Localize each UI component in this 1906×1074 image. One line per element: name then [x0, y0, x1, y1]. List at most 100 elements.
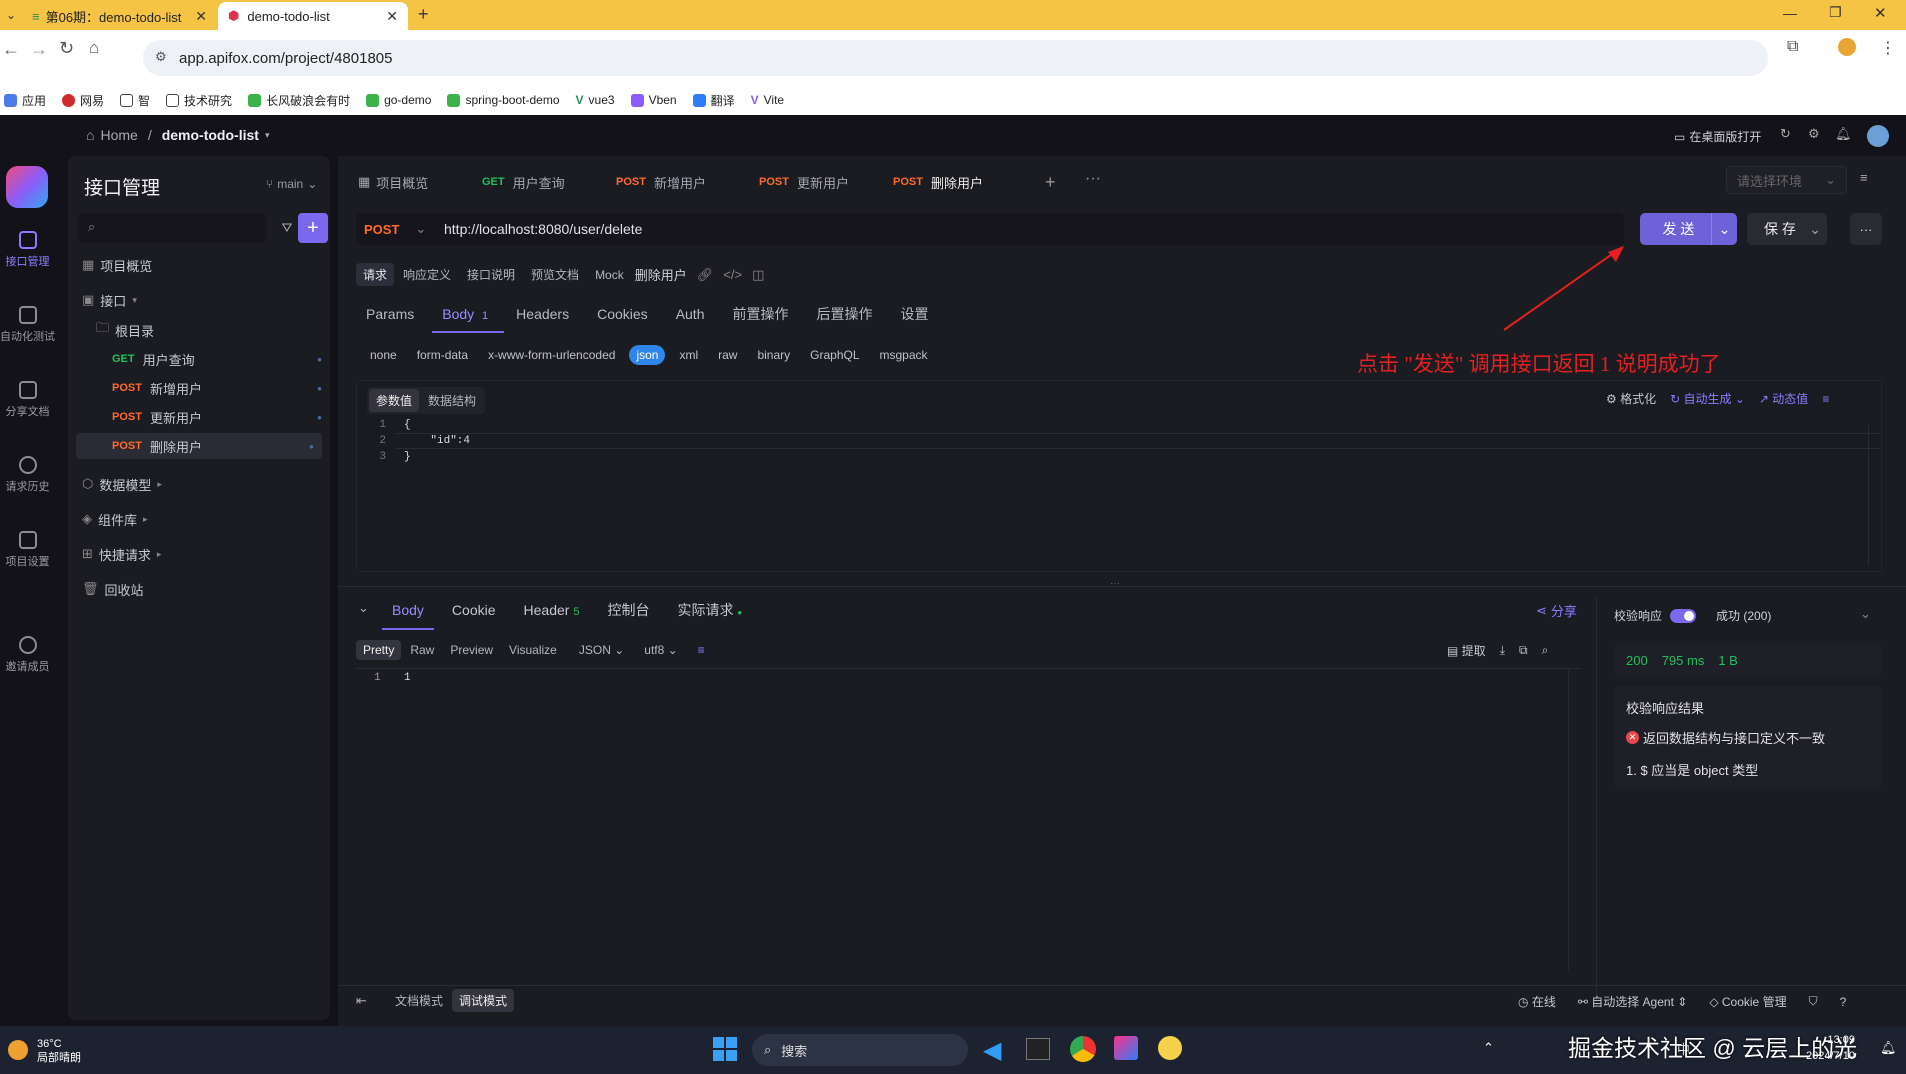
- collapse-icon[interactable]: ⌄: [358, 600, 369, 616]
- response-scrollbar[interactable]: [1568, 670, 1580, 970]
- site-info-icon[interactable]: ⚙: [155, 49, 167, 65]
- doc-mode-button[interactable]: 文档模式: [388, 989, 450, 1012]
- chevron-down-icon[interactable]: ⌄: [1860, 606, 1871, 622]
- tab-get-user[interactable]: GET 用户查询: [482, 166, 565, 198]
- tab-delete-user-active[interactable]: POST 删除用户: [893, 166, 983, 198]
- tab-pre-script[interactable]: 前置操作: [733, 304, 789, 324]
- nav-auto-test[interactable]: 自动化测试: [0, 306, 55, 344]
- copy-icon[interactable]: ⧉: [1519, 643, 1528, 658]
- vscode-icon[interactable]: ◀: [983, 1036, 1001, 1065]
- body-type-xml[interactable]: xml: [679, 348, 698, 362]
- body-type-form-data[interactable]: form-data: [417, 348, 468, 362]
- send-dropdown-icon[interactable]: ⌄: [1711, 213, 1737, 245]
- status-select[interactable]: 成功 (200): [1716, 607, 1771, 624]
- send-button[interactable]: 发 送 ⌄: [1640, 213, 1737, 245]
- view-pretty[interactable]: Pretty: [356, 640, 402, 660]
- close-tab-icon[interactable]: ✕: [195, 8, 207, 25]
- branch-selector[interactable]: ⑂ main ⌄: [266, 177, 317, 191]
- share-button[interactable]: ⋖ 分享: [1536, 601, 1577, 620]
- resp-tab-actual-request[interactable]: 实际请求 ●: [677, 600, 742, 620]
- dynamic-value-button[interactable]: ↗ 动态值: [1759, 390, 1808, 407]
- sidebar-api-item-active[interactable]: POST 删除用户 ●: [76, 433, 322, 459]
- tab-headers[interactable]: Headers: [516, 306, 569, 322]
- format-select[interactable]: JSON ⌄: [572, 640, 631, 660]
- json-body-code[interactable]: { "id":4}: [404, 417, 470, 465]
- close-window-icon[interactable]: ✕: [1874, 4, 1887, 22]
- bookmark-item[interactable]: 翻译: [692, 92, 735, 109]
- search-input[interactable]: ⌕: [78, 213, 266, 243]
- view-raw[interactable]: Raw: [403, 640, 441, 660]
- sidebar-api-item[interactable]: GET 用户查询 ●: [112, 346, 322, 372]
- sidebar-item-components[interactable]: ◈ 组件库 ▸: [82, 506, 330, 532]
- subtab-preview-doc[interactable]: 预览文档: [524, 263, 586, 286]
- resp-tab-body-active[interactable]: Body: [382, 602, 434, 630]
- sidebar-item-quick-request[interactable]: ⊞ 快捷请求 ▸: [82, 541, 330, 567]
- bookmark-item[interactable]: V Vite: [751, 93, 784, 107]
- breadcrumb-home[interactable]: Home: [100, 127, 137, 143]
- auto-generate-button[interactable]: ↻ 自动生成 ⌄: [1670, 390, 1745, 407]
- sidebar-api-item[interactable]: POST 更新用户 ●: [112, 404, 322, 430]
- agent-select[interactable]: ⚯ 自动选择 Agent ⇕: [1578, 993, 1687, 1010]
- sidebar-api-item[interactable]: POST 新增用户 ●: [112, 375, 322, 401]
- app-icon[interactable]: [1158, 1036, 1182, 1060]
- format-button[interactable]: ⚙︎ 格式化: [1606, 390, 1656, 407]
- body-type-raw[interactable]: raw: [718, 348, 737, 362]
- weather-widget[interactable]: 36°C 局部晴朗: [37, 1037, 81, 1065]
- clock[interactable]: 13:09 2024/7/10: [1806, 1032, 1855, 1064]
- method-select[interactable]: POST ⌄: [356, 221, 430, 237]
- help-icon[interactable]: ?: [1840, 995, 1847, 1009]
- view-preview[interactable]: Preview: [443, 640, 500, 660]
- back-icon[interactable]: ←: [2, 39, 20, 60]
- extensions-icon[interactable]: ⧉: [1787, 38, 1798, 56]
- open-desktop-button[interactable]: ▭ 在桌面版打开: [1674, 128, 1761, 145]
- bookmark-folder[interactable]: 智: [120, 92, 150, 109]
- notification-bell-icon[interactable]: 🔔︎: [1880, 1040, 1897, 1056]
- chrome-icon[interactable]: [1070, 1036, 1096, 1062]
- tab-overview[interactable]: ▦ 项目概览: [358, 166, 428, 198]
- tab-settings[interactable]: 设置: [901, 304, 929, 324]
- download-icon[interactable]: ⤓: [1500, 643, 1505, 658]
- tab-update-user[interactable]: POST 更新用户: [759, 166, 849, 198]
- body-type-none[interactable]: none: [370, 348, 397, 362]
- browser-menu-icon[interactable]: ⋮: [1880, 38, 1896, 58]
- environment-select[interactable]: 请选择环境 ⌄: [1726, 166, 1847, 194]
- view-visualize[interactable]: Visualize: [502, 640, 564, 660]
- sidebar-item-interfaces[interactable]: ▣ 接口 ▾: [82, 287, 330, 313]
- sidebar-item-data-model[interactable]: ⬡ 数据模型 ▸: [82, 471, 330, 497]
- nav-share-doc[interactable]: 分享文档: [0, 381, 55, 419]
- save-button[interactable]: 保 存 ⌄: [1747, 213, 1827, 245]
- menu-icon[interactable]: ≡: [1860, 170, 1868, 185]
- cookie-manager[interactable]: ◇ Cookie 管理: [1709, 993, 1786, 1010]
- validate-toggle[interactable]: [1670, 608, 1697, 623]
- nav-project-settings[interactable]: 项目设置: [0, 531, 55, 569]
- project-name[interactable]: demo-todo-list: [162, 127, 259, 143]
- debug-mode-button[interactable]: 调试模式: [452, 989, 515, 1012]
- bookmark-item[interactable]: Vvue3: [576, 93, 615, 107]
- bookmark-item[interactable]: 网易: [62, 92, 104, 109]
- nav-invite[interactable]: 邀请成员: [0, 636, 55, 674]
- bookmark-item[interactable]: spring-boot-demo: [447, 93, 560, 107]
- chevron-up-icon[interactable]: ⌃: [1483, 1040, 1494, 1056]
- panel-divider[interactable]: [338, 586, 1906, 587]
- search-icon[interactable]: ⌕: [1542, 643, 1549, 658]
- collapse-left-icon[interactable]: ⇤: [356, 993, 367, 1009]
- tab-param-values[interactable]: 参数值: [369, 389, 420, 412]
- new-tab-icon[interactable]: +: [418, 4, 429, 25]
- taskbar-search[interactable]: ⌕ 搜索: [752, 1034, 968, 1066]
- code-icon[interactable]: </>: [723, 267, 742, 282]
- minimize-icon[interactable]: —: [1783, 5, 1797, 21]
- subtab-mock[interactable]: Mock: [588, 265, 631, 285]
- tab-body-active[interactable]: Body 1: [432, 306, 505, 333]
- intellij-icon[interactable]: [1114, 1036, 1138, 1060]
- nav-history[interactable]: 请求历史: [0, 456, 55, 494]
- tab-post-script[interactable]: 后置操作: [817, 304, 873, 324]
- bookmark-item[interactable]: Vben: [630, 93, 677, 107]
- tab-data-structure[interactable]: 数据结构: [421, 389, 483, 412]
- more-tabs-icon[interactable]: ···: [1085, 170, 1101, 188]
- wrap-icon[interactable]: ≡: [691, 640, 712, 660]
- link-icon[interactable]: 🔗︎: [697, 267, 714, 283]
- tab-cookies[interactable]: Cookies: [597, 306, 648, 322]
- body-type-binary[interactable]: binary: [757, 348, 790, 362]
- profile-avatar[interactable]: [1838, 38, 1856, 56]
- bookmark-folder[interactable]: 技术研究: [166, 92, 232, 109]
